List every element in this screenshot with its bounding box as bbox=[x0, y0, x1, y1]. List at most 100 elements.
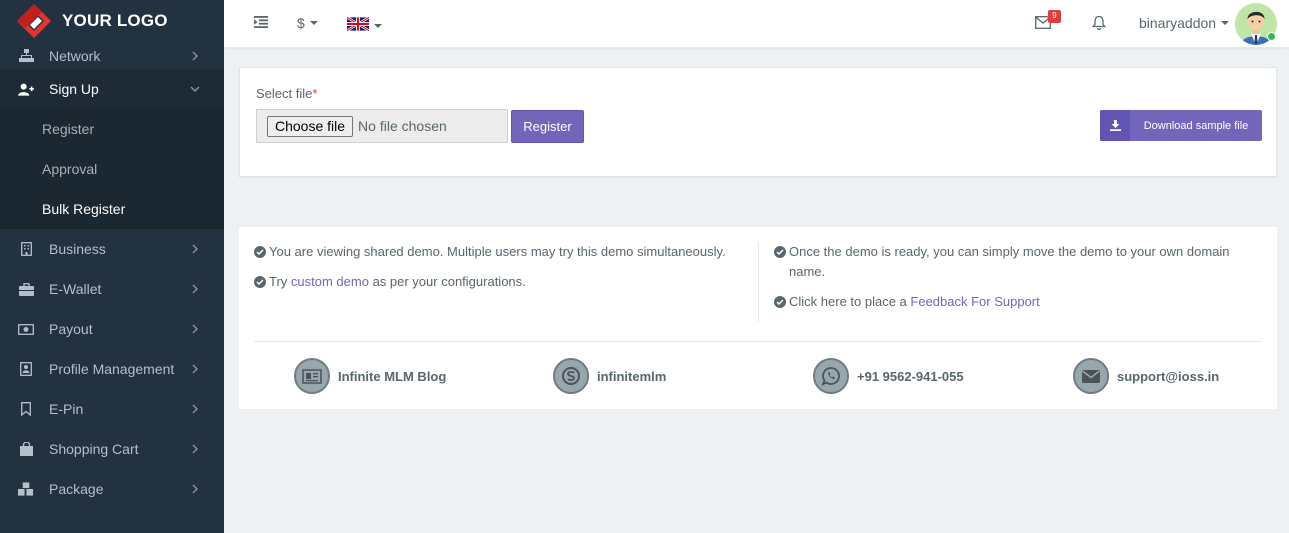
register-button[interactable]: Register bbox=[511, 110, 584, 143]
contact-whatsapp[interactable]: +91 9562-941-055 bbox=[813, 358, 964, 394]
envelope-icon bbox=[1073, 358, 1109, 394]
info-text: You are viewing shared demo. Multiple us… bbox=[269, 244, 726, 259]
info-text-prefix: Try bbox=[269, 274, 291, 289]
bookmark-icon bbox=[18, 401, 34, 417]
check-circle-icon bbox=[774, 246, 786, 258]
check-circle-icon bbox=[774, 296, 786, 308]
feedback-for-support-link[interactable]: Feedback For Support bbox=[910, 294, 1039, 309]
info-text: Try custom demo as per your configuratio… bbox=[269, 272, 526, 292]
info-line-shared-demo: You are viewing shared demo. Multiple us… bbox=[254, 242, 749, 262]
user-menu-dropdown[interactable]: binaryaddon bbox=[1139, 15, 1230, 31]
sign-up-submenu: Register Approval Bulk Register bbox=[0, 109, 224, 229]
building-icon bbox=[18, 241, 34, 257]
sidebar-item-shopping-cart[interactable]: Shopping Cart bbox=[0, 429, 224, 469]
chevron-right-icon bbox=[190, 324, 200, 334]
bulk-register-panel: Select file* Choose file No file chosen … bbox=[239, 67, 1277, 177]
chevron-down-icon bbox=[190, 84, 200, 94]
sidebar-item-network[interactable]: Network bbox=[0, 42, 224, 69]
caret-down-icon bbox=[1221, 21, 1230, 25]
language-dropdown[interactable] bbox=[346, 16, 382, 34]
custom-demo-link[interactable]: custom demo bbox=[291, 274, 369, 289]
choose-file-button[interactable]: Choose file bbox=[267, 115, 354, 137]
uk-flag-icon bbox=[346, 16, 370, 34]
sidebar-item-label: Sign Up bbox=[49, 81, 99, 97]
check-circle-icon bbox=[254, 246, 266, 258]
sidebar-item-profile-management[interactable]: Profile Management bbox=[0, 349, 224, 389]
chevron-right-icon bbox=[190, 284, 200, 294]
caret-down-icon bbox=[309, 21, 318, 25]
sidebar-item-package[interactable]: Package bbox=[0, 469, 224, 509]
sidebar-subitem-bulk-register[interactable]: Bulk Register bbox=[0, 189, 224, 229]
info-text-suffix: as per your configurations. bbox=[368, 274, 526, 289]
sidebar-item-label: Network bbox=[49, 47, 101, 64]
username: binaryaddon bbox=[1139, 15, 1217, 31]
sidebar-item-sign-up[interactable]: Sign Up bbox=[0, 69, 224, 109]
chevron-right-icon bbox=[190, 404, 200, 414]
sidebar-item-label: Business bbox=[49, 241, 106, 257]
info-line-feedback: Click here to place a Feedback For Suppo… bbox=[774, 292, 1249, 312]
sidebar-item-label: Package bbox=[49, 481, 104, 497]
select-file-label: Select file* bbox=[256, 86, 317, 101]
chevron-right-icon bbox=[190, 51, 200, 61]
contact-email[interactable]: support@ioss.in bbox=[1073, 358, 1219, 394]
file-input[interactable]: Choose file No file chosen bbox=[256, 109, 508, 143]
newspaper-icon bbox=[294, 358, 330, 394]
contact-text: +91 9562-941-055 bbox=[857, 368, 964, 384]
chevron-right-icon bbox=[190, 364, 200, 374]
sidebar-item-label: E-Pin bbox=[49, 401, 84, 417]
contact-skype[interactable]: infinitemlm bbox=[553, 358, 666, 394]
vertical-divider bbox=[758, 242, 759, 322]
sidebar-item-e-pin[interactable]: E-Pin bbox=[0, 389, 224, 429]
sidebar-item-label: Payout bbox=[49, 321, 93, 337]
sidebar-subitem-register[interactable]: Register bbox=[0, 109, 224, 149]
sitemap-icon bbox=[18, 48, 34, 64]
messages-badge: 9 bbox=[1048, 10, 1061, 23]
messages-button[interactable]: 9 bbox=[1035, 10, 1061, 32]
info-text-prefix: Click here to place a bbox=[789, 294, 911, 309]
cubes-icon bbox=[18, 481, 34, 497]
chevron-right-icon bbox=[190, 444, 200, 454]
notifications-button[interactable] bbox=[1091, 15, 1107, 33]
whatsapp-icon bbox=[813, 358, 849, 394]
contact-text: support@ioss.in bbox=[1117, 368, 1220, 384]
logo-mark-icon bbox=[16, 3, 52, 39]
currency-dropdown[interactable]: $ bbox=[297, 15, 318, 31]
address-book-icon bbox=[18, 361, 34, 377]
check-circle-icon bbox=[254, 276, 266, 288]
toggle-sidebar-button[interactable] bbox=[254, 16, 268, 31]
sidebar-item-payout[interactable]: Payout bbox=[0, 309, 224, 349]
sidebar-item-label: E-Wallet bbox=[49, 281, 102, 297]
contact-text: infinitemlm bbox=[597, 368, 667, 384]
sidebar-item-label: Profile Management bbox=[49, 361, 175, 377]
indent-icon bbox=[254, 16, 268, 31]
info-line-custom-demo: Try custom demo as per your configuratio… bbox=[254, 272, 749, 292]
money-icon bbox=[18, 321, 34, 337]
contact-blog[interactable]: Infinite MLM Blog bbox=[294, 358, 446, 394]
sidebar: YOUR LOGO Network Sign Up Register Appro… bbox=[0, 0, 224, 533]
bell-icon bbox=[1091, 15, 1107, 33]
info-line-move-demo: Once the demo is ready, you can simply m… bbox=[774, 242, 1249, 282]
select-file-label-text: Select file bbox=[256, 86, 313, 101]
sidebar-item-business[interactable]: Business bbox=[0, 229, 224, 269]
shopping-bag-icon bbox=[18, 441, 34, 457]
currency-symbol: $ bbox=[297, 15, 305, 31]
chevron-right-icon bbox=[190, 484, 200, 494]
required-mark: * bbox=[312, 86, 318, 101]
chevron-right-icon bbox=[190, 244, 200, 254]
briefcase-icon bbox=[18, 281, 34, 297]
user-plus-icon bbox=[18, 81, 34, 97]
skype-icon bbox=[553, 358, 589, 394]
demo-info-panel: You are viewing shared demo. Multiple us… bbox=[239, 227, 1277, 409]
download-sample-file-button[interactable]: Download sample file bbox=[1100, 110, 1262, 141]
logo[interactable]: YOUR LOGO bbox=[0, 0, 224, 42]
horizontal-divider bbox=[254, 341, 1262, 342]
contact-text: Infinite MLM Blog bbox=[338, 368, 447, 384]
download-sample-file-label: Download sample file bbox=[1143, 119, 1249, 132]
info-text: Click here to place a Feedback For Suppo… bbox=[789, 292, 1040, 312]
info-text: Once the demo is ready, you can simply m… bbox=[789, 244, 1230, 279]
caret-down-icon bbox=[374, 23, 382, 28]
no-file-text: No file chosen bbox=[358, 118, 447, 134]
sidebar-subitem-approval[interactable]: Approval bbox=[0, 149, 224, 189]
sidebar-item-label: Shopping Cart bbox=[49, 441, 139, 457]
sidebar-item-e-wallet[interactable]: E-Wallet bbox=[0, 269, 224, 309]
